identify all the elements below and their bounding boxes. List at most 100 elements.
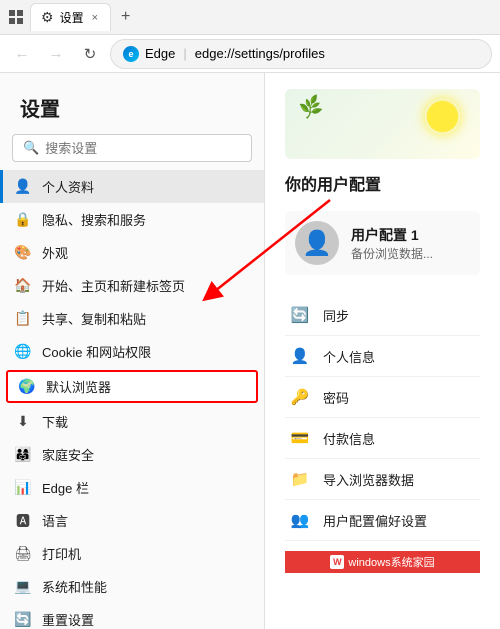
address-path: edge://settings/profiles xyxy=(195,46,325,61)
right-menu-sync[interactable]: 🔄 同步 xyxy=(285,295,480,336)
profile-info: 用户配置 1 备份浏览数据... xyxy=(351,225,470,262)
right-label-sync: 同步 xyxy=(323,306,476,325)
address-brand: Edge xyxy=(145,46,175,61)
sidebar-item-profile[interactable]: 👤 个人资料 xyxy=(0,170,264,203)
tab-close-button[interactable]: × xyxy=(90,12,100,24)
sidebar-item-privacy[interactable]: 🔒 隐私、搜索和服务 xyxy=(0,203,264,236)
sidebar-label-system: 系统和性能 xyxy=(42,577,252,596)
grid-icon xyxy=(8,9,24,25)
sidebar-item-system[interactable]: 💻 系统和性能 xyxy=(0,570,264,603)
right-content: 🌿 你的用户配置 👤 用户配置 1 备份浏览数据... 🔄 同步 👤 个人信息 … xyxy=(285,89,480,573)
system-icon: 💻 xyxy=(14,578,32,596)
back-button[interactable]: ← xyxy=(8,40,36,68)
right-menu-password[interactable]: 🔑 密码 xyxy=(285,377,480,418)
refresh-button[interactable]: ↻ xyxy=(76,40,104,68)
sidebar-label-printer: 打印机 xyxy=(42,544,252,563)
avatar: 👤 xyxy=(295,221,339,265)
search-input[interactable] xyxy=(45,141,241,156)
right-label-prefs: 用户配置偏好设置 xyxy=(323,511,476,530)
nav-items-list: 👤 个人资料 🔒 隐私、搜索和服务 🎨 外观 🏠 开始、主页和新建标签页 📋 共… xyxy=(0,170,264,629)
sidebar-label-language: 语言 xyxy=(42,511,252,530)
import-icon: 📁 xyxy=(289,468,311,490)
sidebar-label-reset: 重置设置 xyxy=(42,610,252,629)
main-layout: 设置 🔍 👤 个人资料 🔒 隐私、搜索和服务 🎨 外观 🏠 开始、主页和新建标签… xyxy=(0,73,500,629)
default-browser-icon: 🌍 xyxy=(18,378,36,396)
gear-icon: ⚙ xyxy=(41,9,54,26)
watermark-text: windows系统家园 xyxy=(348,554,434,570)
personal-info-icon: 👤 xyxy=(289,345,311,367)
nav-bar: ← → ↻ e Edge | edge://settings/profiles xyxy=(0,35,500,73)
sidebar-label-profile: 个人资料 xyxy=(42,177,252,196)
sync-icon: 🔄 xyxy=(289,304,311,326)
right-menu-personal-info[interactable]: 👤 个人信息 xyxy=(285,336,480,377)
right-label-password: 密码 xyxy=(323,388,476,407)
sidebar-label-cookies: Cookie 和网站权限 xyxy=(42,342,252,361)
printer-icon: 🖨 xyxy=(14,545,32,563)
sidebar-label-edgebar: Edge 栏 xyxy=(42,478,252,497)
reset-icon: 🔄 xyxy=(14,611,32,629)
edgebar-icon: 📊 xyxy=(14,479,32,497)
sidebar-item-default-browser[interactable]: 🌍 默认浏览器 xyxy=(6,370,258,403)
share-icon: 📋 xyxy=(14,310,32,328)
family-icon: 👨‍👩‍👧 xyxy=(14,446,32,464)
new-tab-button[interactable]: + xyxy=(115,8,136,26)
sidebar-label-appearance: 外观 xyxy=(42,243,252,262)
forward-button[interactable]: → xyxy=(42,40,70,68)
sidebar-label-default-browser: 默认浏览器 xyxy=(46,377,246,396)
privacy-icon: 🔒 xyxy=(14,211,32,229)
sidebar-item-printer[interactable]: 🖨 打印机 xyxy=(0,537,264,570)
address-separator: | xyxy=(183,46,186,61)
tab-area: ⚙ 设置 × + xyxy=(30,3,492,31)
sidebar-label-share: 共享、复制和粘贴 xyxy=(42,309,252,328)
profile-banner: 🌿 xyxy=(285,89,480,159)
sidebar-item-appearance[interactable]: 🎨 外观 xyxy=(0,236,264,269)
profile-icon: 👤 xyxy=(14,178,32,196)
sidebar-item-share[interactable]: 📋 共享、复制和粘贴 xyxy=(0,302,264,335)
sidebar-item-reset[interactable]: 🔄 重置设置 xyxy=(0,603,264,629)
sun-decoration xyxy=(425,99,460,134)
newtab-icon: 🏠 xyxy=(14,277,32,295)
downloads-icon: ⬇ xyxy=(14,413,32,431)
right-menu-import[interactable]: 📁 导入浏览器数据 xyxy=(285,459,480,500)
profile-name: 用户配置 1 xyxy=(351,225,470,245)
cookies-icon: 🌐 xyxy=(14,343,32,361)
right-menu-list: 🔄 同步 👤 个人信息 🔑 密码 💳 付款信息 📁 导入浏览器数据 👥 用户配置… xyxy=(285,295,480,541)
profile-card[interactable]: 👤 用户配置 1 备份浏览数据... xyxy=(285,211,480,275)
sidebar-label-privacy: 隐私、搜索和服务 xyxy=(42,210,252,229)
right-label-personal-info: 个人信息 xyxy=(323,347,476,366)
sidebar-item-newtab[interactable]: 🏠 开始、主页和新建标签页 xyxy=(0,269,264,302)
sidebar-item-edgebar[interactable]: 📊 Edge 栏 xyxy=(0,471,264,504)
sidebar-label-family: 家庭安全 xyxy=(42,445,252,464)
sidebar-item-language[interactable]: 🅰 语言 xyxy=(0,504,264,537)
search-icon: 🔍 xyxy=(23,140,39,156)
right-label-payment: 付款信息 xyxy=(323,429,476,448)
right-label-import: 导入浏览器数据 xyxy=(323,470,476,489)
sidebar-title: 设置 xyxy=(0,73,264,134)
payment-icon: 💳 xyxy=(289,427,311,449)
tab-label: 设置 xyxy=(60,9,84,26)
right-panel: 🌿 你的用户配置 👤 用户配置 1 备份浏览数据... 🔄 同步 👤 个人信息 … xyxy=(265,73,500,629)
sidebar-item-family[interactable]: 👨‍👩‍👧 家庭安全 xyxy=(0,438,264,471)
search-box[interactable]: 🔍 xyxy=(12,134,252,162)
language-icon: 🅰 xyxy=(14,512,32,530)
sidebar-label-newtab: 开始、主页和新建标签页 xyxy=(42,276,252,295)
settings-tab[interactable]: ⚙ 设置 × xyxy=(30,3,111,31)
watermark-icon: W xyxy=(330,555,344,569)
profile-sub: 备份浏览数据... xyxy=(351,245,470,262)
sidebar-item-cookies[interactable]: 🌐 Cookie 和网站权限 xyxy=(0,335,264,368)
right-panel-title: 你的用户配置 xyxy=(285,171,480,195)
edge-logo: e xyxy=(123,46,139,62)
right-menu-payment[interactable]: 💳 付款信息 xyxy=(285,418,480,459)
password-icon: 🔑 xyxy=(289,386,311,408)
address-bar[interactable]: e Edge | edge://settings/profiles xyxy=(110,39,492,69)
prefs-icon: 👥 xyxy=(289,509,311,531)
title-bar: ⚙ 设置 × + xyxy=(0,0,500,35)
leaf-decoration: 🌿 xyxy=(297,94,325,121)
watermark: W windows系统家园 xyxy=(285,551,480,573)
sidebar-label-downloads: 下载 xyxy=(42,412,252,431)
sidebar: 设置 🔍 👤 个人资料 🔒 隐私、搜索和服务 🎨 外观 🏠 开始、主页和新建标签… xyxy=(0,73,265,629)
sidebar-item-downloads[interactable]: ⬇ 下载 xyxy=(0,405,264,438)
right-menu-prefs[interactable]: 👥 用户配置偏好设置 xyxy=(285,500,480,541)
window-controls xyxy=(8,9,24,25)
appearance-icon: 🎨 xyxy=(14,244,32,262)
